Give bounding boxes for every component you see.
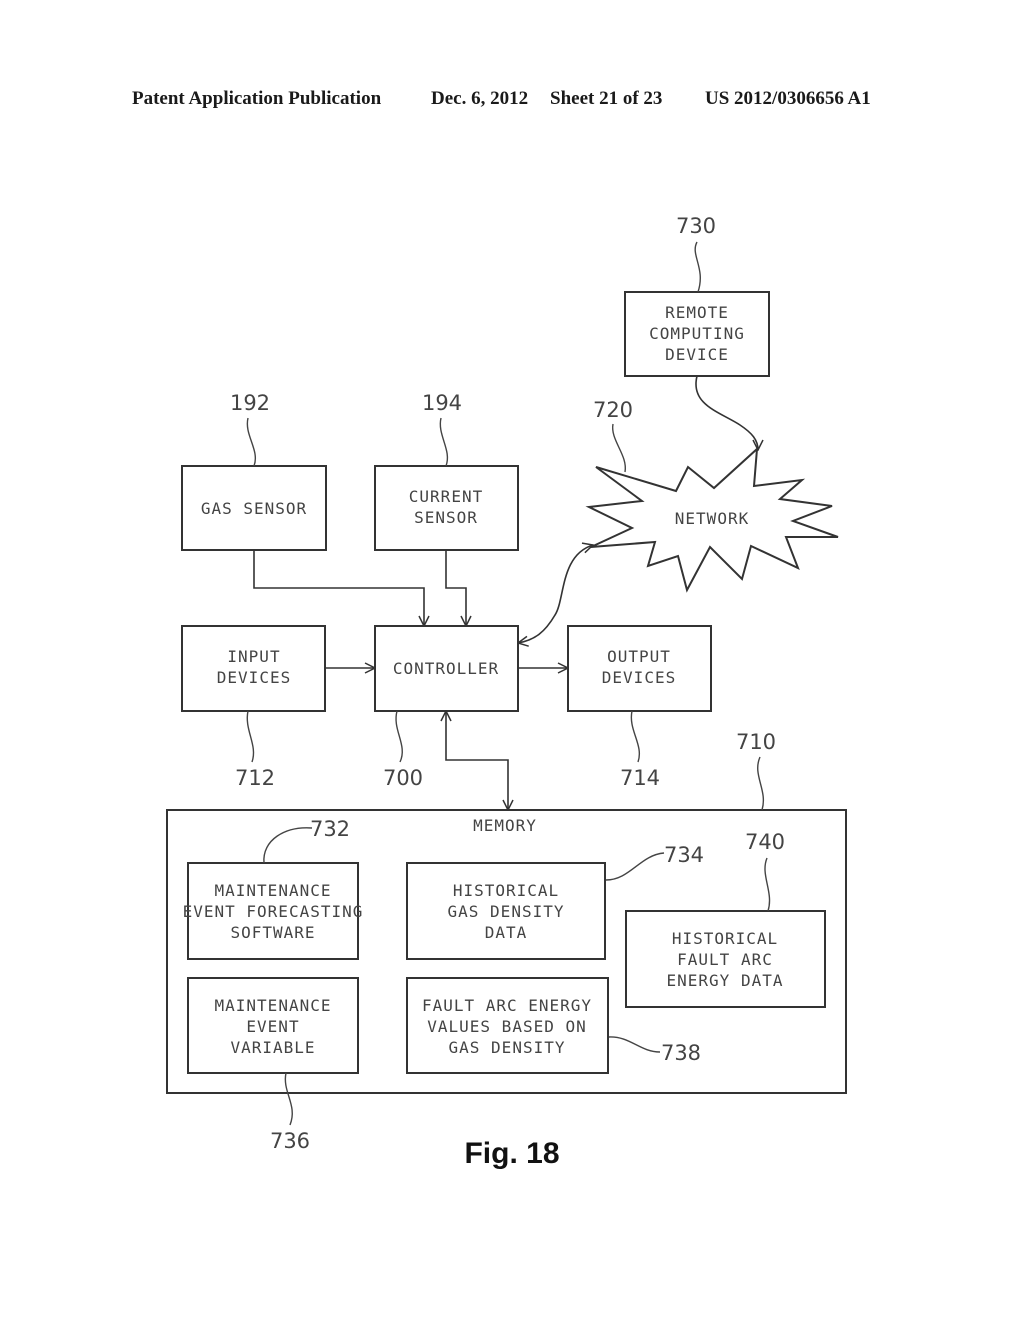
controller-label: CONTROLLER bbox=[393, 659, 499, 678]
ref-734: 734 bbox=[664, 843, 704, 867]
event-variable-line-3: VARIABLE bbox=[230, 1038, 315, 1057]
remote-line-3: DEVICE bbox=[665, 345, 729, 364]
leader-714 bbox=[630, 710, 641, 763]
ref-740: 740 bbox=[745, 830, 785, 854]
event-variable-line-1: MAINTENANCE bbox=[215, 996, 332, 1015]
event-variable-line-2: EVENT bbox=[246, 1017, 299, 1036]
network-label: NETWORK bbox=[675, 509, 749, 528]
forecasting-software-node: MAINTENANCE EVENT FORECASTING SOFTWARE bbox=[183, 862, 364, 960]
ref-730: 730 bbox=[676, 214, 716, 238]
ref-738: 738 bbox=[661, 1041, 701, 1065]
historical-gas-density-node: HISTORICAL GAS DENSITY DATA bbox=[406, 862, 606, 960]
ref-192: 192 bbox=[230, 391, 270, 415]
input-devices-line-2: DEVICES bbox=[217, 668, 291, 687]
leader-194 bbox=[439, 417, 449, 467]
memory-label: MEMORY bbox=[473, 816, 537, 835]
forecasting-line-3: SOFTWARE bbox=[230, 923, 315, 942]
forecasting-line-1: MAINTENANCE bbox=[215, 881, 332, 900]
fault-values-line-1: FAULT ARC ENERGY bbox=[422, 996, 592, 1015]
ref-710: 710 bbox=[736, 730, 776, 754]
historical-gas-line-2: GAS DENSITY bbox=[448, 902, 565, 921]
historical-fault-line-1: HISTORICAL bbox=[672, 929, 778, 948]
network-node: NETWORK bbox=[585, 446, 839, 593]
ref-720: 720 bbox=[593, 398, 633, 422]
leader-720 bbox=[612, 423, 626, 473]
output-devices-line-2: DEVICES bbox=[602, 668, 676, 687]
historical-fault-line-2: FAULT ARC bbox=[677, 950, 773, 969]
figure-label: Fig. 18 bbox=[464, 1137, 559, 1170]
leader-734 bbox=[605, 852, 665, 881]
leader-710 bbox=[757, 756, 765, 811]
edge-current-sensor-to-controller bbox=[445, 550, 466, 626]
historical-gas-line-1: HISTORICAL bbox=[453, 881, 559, 900]
fault-values-line-3: GAS DENSITY bbox=[449, 1038, 566, 1057]
historical-fault-line-3: ENERGY DATA bbox=[667, 971, 784, 990]
ref-732: 732 bbox=[310, 817, 350, 841]
edge-remote-to-network bbox=[695, 375, 758, 450]
leader-740 bbox=[764, 857, 771, 912]
ref-700: 700 bbox=[383, 766, 423, 790]
leader-730 bbox=[694, 241, 701, 293]
leader-700 bbox=[395, 710, 403, 763]
fault-values-line-2: VALUES BASED ON bbox=[427, 1017, 587, 1036]
edge-network-controller bbox=[518, 545, 593, 643]
current-sensor-line-2: SENSOR bbox=[414, 508, 478, 527]
ref-712: 712 bbox=[235, 766, 275, 790]
output-devices-line-1: OUTPUT bbox=[607, 647, 671, 666]
output-devices-node: OUTPUT DEVICES bbox=[567, 625, 712, 712]
gas-sensor-node: GAS SENSOR bbox=[181, 465, 327, 551]
forecasting-line-2: EVENT FORECASTING bbox=[183, 902, 364, 921]
gas-sensor-label: GAS SENSOR bbox=[201, 499, 307, 518]
leader-738 bbox=[608, 1036, 661, 1053]
ref-714: 714 bbox=[620, 766, 660, 790]
event-variable-node: MAINTENANCE EVENT VARIABLE bbox=[187, 977, 359, 1074]
fault-arc-values-node: FAULT ARC ENERGY VALUES BASED ON GAS DEN… bbox=[406, 977, 609, 1074]
remote-line-2: COMPUTING bbox=[649, 324, 745, 343]
leader-732 bbox=[263, 827, 313, 864]
leader-192 bbox=[246, 417, 257, 467]
historical-fault-arc-node: HISTORICAL FAULT ARC ENERGY DATA bbox=[625, 910, 826, 1008]
input-devices-node: INPUT DEVICES bbox=[181, 625, 326, 712]
remote-computing-device-node: REMOTE COMPUTING DEVICE bbox=[624, 291, 770, 377]
block-diagram: REMOTE COMPUTING DEVICE 730 NETWORK 720 … bbox=[166, 214, 847, 1170]
current-sensor-line-1: CURRENT bbox=[409, 487, 483, 506]
remote-line-1: REMOTE bbox=[665, 303, 729, 322]
edge-gas-sensor-to-controller bbox=[253, 550, 424, 626]
controller-node: CONTROLLER bbox=[374, 625, 519, 712]
leader-736 bbox=[284, 1072, 293, 1126]
ref-194: 194 bbox=[422, 391, 462, 415]
current-sensor-node: CURRENT SENSOR bbox=[374, 465, 519, 551]
ref-736: 736 bbox=[270, 1129, 310, 1153]
leader-712 bbox=[246, 710, 255, 763]
edge-controller-memory bbox=[446, 711, 508, 810]
historical-gas-line-3: DATA bbox=[485, 923, 528, 942]
input-devices-line-1: INPUT bbox=[227, 647, 280, 666]
